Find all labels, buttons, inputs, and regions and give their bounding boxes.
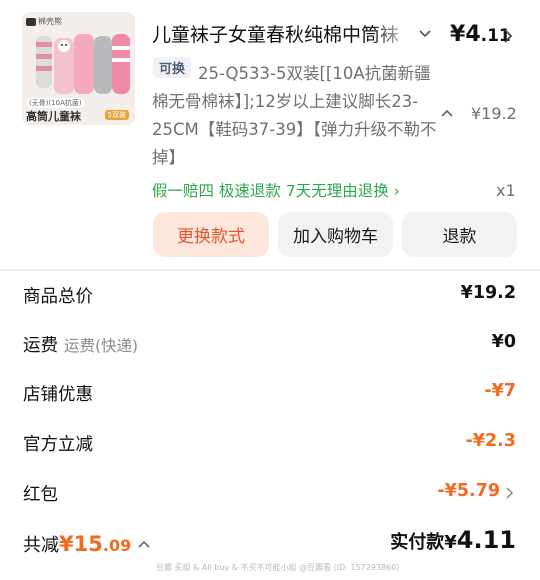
- original-price: ¥19.2: [471, 104, 517, 123]
- red-packet-value[interactable]: -¥5.79: [437, 481, 500, 501]
- watermark: 豆瓣 买组 & All buy & 不买不可能小组 @豆瓣看 (ID: 1572…: [156, 563, 400, 572]
- change-style-button[interactable]: 更换款式: [153, 212, 269, 257]
- swap-tag: 可换: [153, 57, 192, 78]
- shipping-sub: 运费(快递): [64, 337, 139, 355]
- brand-logo-icon: [26, 17, 36, 26]
- thumbnail-badge: 5双装: [104, 110, 129, 120]
- refund-button[interactable]: 退款: [402, 212, 517, 257]
- chevron-right-icon[interactable]: [502, 28, 514, 44]
- service-promo[interactable]: 假一赔四 极速退款 7天无理由退换 ›: [152, 179, 400, 201]
- shipping-label: 运费 运费(快递): [23, 336, 139, 356]
- thumbnail-caption: 高筒儿童袜: [26, 110, 81, 123]
- chevron-up-icon[interactable]: [137, 539, 151, 549]
- product-spec[interactable]: 25-Q533-5双装[[10A抗菌新疆棉无骨棉袜】];12岁以上建议脚长23-…: [152, 60, 442, 172]
- official-discount-value: -¥2.3: [465, 431, 516, 451]
- total-reduction[interactable]: 共减¥15.09: [23, 531, 131, 557]
- red-packet-label: 红包: [23, 485, 58, 505]
- paid-amount: 实付款¥4.11: [390, 526, 516, 554]
- thumbnail-brand: 棉壳熊: [26, 16, 62, 27]
- goods-total-value: ¥19.2: [460, 283, 516, 303]
- official-discount-label: 官方立减: [23, 435, 93, 455]
- chevron-up-icon[interactable]: [440, 108, 454, 118]
- thumbnail-tag: (无骨)(10A抗菌): [26, 98, 85, 108]
- section-divider: [0, 269, 540, 271]
- add-to-cart-button[interactable]: 加入购物车: [278, 212, 393, 257]
- shop-discount-value: -¥7: [484, 381, 516, 401]
- shop-discount-label: 店铺优惠: [23, 385, 93, 405]
- title-fade: [372, 16, 412, 48]
- chevron-right-icon[interactable]: [505, 485, 515, 501]
- quantity: x1: [496, 181, 516, 200]
- goods-total-label: 商品总价: [23, 287, 93, 307]
- product-thumbnail[interactable]: 棉壳熊 (无骨)(10A抗菌) 高筒儿童袜 5双装: [22, 12, 135, 125]
- shipping-value: ¥0: [491, 332, 516, 352]
- chevron-down-icon[interactable]: [418, 26, 432, 40]
